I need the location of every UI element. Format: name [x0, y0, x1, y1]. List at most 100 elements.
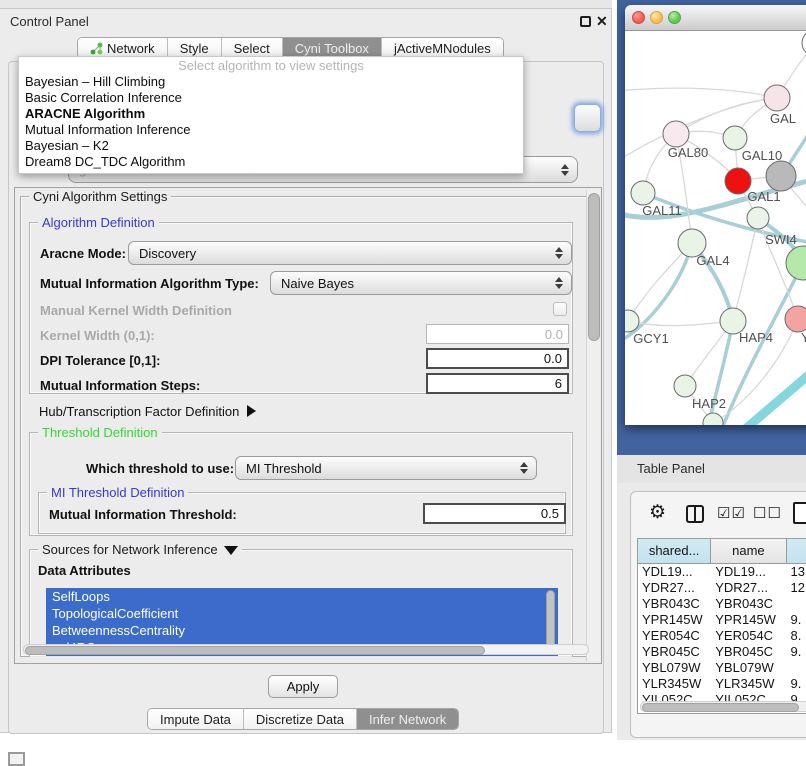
network-edge[interactable]	[628, 243, 692, 321]
algorithm-option[interactable]: ARACNE Algorithm	[19, 106, 523, 122]
table-cell: YPR145W	[638, 612, 711, 628]
hub-expander[interactable]: Hub/Transcription Factor Definition	[39, 404, 256, 419]
manual-kernel-label: Manual Kernel Width Definition	[40, 303, 232, 318]
table-horizontal-scrollbar[interactable]	[640, 701, 806, 712]
column-header[interactable]: A	[787, 539, 806, 563]
focused-combo-fragment[interactable]	[574, 104, 601, 132]
tab-network[interactable]: Network	[78, 38, 168, 58]
network-canvas[interactable]: GALGAL80GAL10GAL1GAL11SWI4GAL4GCY1HAP4YH…	[625, 31, 806, 425]
tab-impute-data[interactable]: Impute Data	[148, 709, 244, 729]
mi-threshold-field[interactable]	[423, 503, 566, 524]
data-attribute-item[interactable]: SelfLoops	[46, 588, 558, 605]
mi-type-value: Naive Bayes	[271, 276, 555, 291]
network-edge[interactable]	[733, 218, 758, 321]
sources-group-title[interactable]: Sources for Network Inference	[38, 542, 242, 557]
tab-cyni-toolbox[interactable]: Cyni Toolbox	[283, 38, 382, 58]
minimize-traffic-light-icon[interactable]	[650, 11, 663, 24]
tab-discretize-data[interactable]: Discretize Data	[244, 709, 357, 729]
close-traffic-light-icon[interactable]	[632, 11, 645, 24]
network-graph: GALGAL80GAL10GAL1GAL11SWI4GAL4GCY1HAP4YH…	[625, 31, 806, 425]
table-cell: 8.	[786, 628, 806, 644]
network-edge[interactable]	[676, 98, 777, 134]
network-node[interactable]	[802, 31, 806, 56]
settings-vertical-scrollbar[interactable]	[586, 190, 600, 661]
table-cell: YER054C	[711, 628, 786, 644]
aracne-mode-combo[interactable]: Discovery	[128, 241, 572, 265]
table-cell: 12	[786, 580, 806, 596]
file-icon[interactable]	[793, 502, 806, 524]
table-row[interactable]: YPR145WYPR145W9.	[638, 612, 806, 628]
which-threshold-combo[interactable]: MI Threshold	[235, 456, 537, 480]
threshold-definition-title: Threshold Definition	[38, 425, 162, 440]
tab-label: Network	[107, 41, 155, 56]
data-attribute-item[interactable]: TopologicalCoefficient	[46, 605, 558, 622]
checked-boxes-icon[interactable]: ☑☑	[717, 504, 746, 522]
control-panel-titlebar: Control Panel ✕	[0, 9, 611, 35]
algorithm-option[interactable]: Bayesian – Hill Climbing	[19, 74, 523, 90]
algorithm-option[interactable]: Dream8 DC_TDC Algorithm	[19, 154, 523, 170]
network-window-titlebar[interactable]	[625, 5, 806, 31]
table-cell: YBR045C	[638, 644, 711, 660]
network-node[interactable]	[766, 161, 796, 191]
zoom-traffic-light-icon[interactable]	[668, 11, 681, 24]
table-row[interactable]: YBL079WYBL079W	[638, 660, 806, 676]
network-edge[interactable]	[625, 88, 777, 98]
mi-type-combo[interactable]: Naive Bayes	[270, 271, 572, 295]
tab-jactivemnodules[interactable]: jActiveMNodules	[382, 38, 503, 58]
network-node[interactable]	[747, 207, 769, 229]
table-row[interactable]: YER054CYER054C8.	[638, 628, 806, 644]
partial-panel-icon[interactable]	[8, 752, 25, 766]
network-view-window[interactable]: GALGAL80GAL10GAL1GAL11SWI4GAL4GCY1HAP4YH…	[625, 5, 806, 425]
network-node[interactable]	[786, 246, 806, 280]
table-row[interactable]: YDL19...YDL19...13	[638, 564, 806, 580]
kernel-width-field[interactable]	[426, 324, 569, 344]
network-node[interactable]	[631, 181, 655, 205]
settings-horizontal-scrollbar[interactable]	[23, 644, 589, 655]
tab-style[interactable]: Style	[168, 38, 222, 58]
scrollbar-thumb[interactable]	[25, 646, 485, 655]
columns-icon[interactable]	[686, 505, 704, 523]
network-node[interactable]	[785, 306, 806, 332]
attributes-scrollbar[interactable]	[546, 590, 555, 652]
unchecked-boxes-icon[interactable]: ☐☐	[753, 504, 782, 522]
algorithm-definition-group: Algorithm Definition Aracne Mode: Discov…	[29, 222, 573, 394]
threshold-definition-group: Threshold Definition Which threshold to …	[29, 432, 573, 536]
which-threshold-value: MI Threshold	[236, 461, 520, 476]
network-edge[interactable]	[743, 361, 806, 425]
manual-kernel-checkbox[interactable]	[553, 302, 567, 316]
scrollbar-thumb[interactable]	[588, 193, 600, 341]
mi-type-label: Mutual Information Algorithm Type:	[40, 276, 259, 291]
tab-select[interactable]: Select	[222, 38, 283, 58]
float-panel-icon[interactable]	[580, 16, 591, 27]
network-node[interactable]	[674, 375, 696, 397]
gear-icon[interactable]: ⚙	[649, 501, 666, 524]
apply-button[interactable]: Apply	[268, 675, 338, 698]
scrollbar-thumb[interactable]	[642, 703, 799, 712]
algorithm-option[interactable]: Bayesian – K2	[19, 138, 523, 154]
network-node[interactable]	[663, 121, 689, 147]
network-node[interactable]	[723, 126, 747, 150]
close-panel-icon[interactable]: ✕	[596, 13, 608, 30]
algorithm-option[interactable]: Basic Correlation Inference	[19, 90, 523, 106]
aracne-mode-value: Discovery	[129, 246, 555, 261]
network-node-label: HAP2	[692, 396, 726, 411]
algorithm-option[interactable]: Mutual Information Inference	[19, 122, 523, 138]
tab-label: Cyni Toolbox	[295, 41, 369, 56]
mi-steps-field[interactable]	[426, 373, 569, 394]
dpi-tolerance-field[interactable]	[426, 348, 569, 369]
network-node[interactable]	[764, 85, 790, 111]
table-cell: YDR27...	[638, 580, 711, 596]
network-node-label: HAP4	[739, 330, 773, 345]
table-row[interactable]: YDR27...YDR27...12	[638, 580, 806, 596]
data-attribute-item[interactable]: BetweennessCentrality	[46, 622, 558, 639]
table-cell: YER054C	[638, 628, 711, 644]
table-row[interactable]: YLR345WYLR345W9.	[638, 676, 806, 692]
column-header[interactable]: shared...	[638, 539, 711, 563]
table-row[interactable]: YBR043CYBR043C	[638, 596, 806, 612]
column-header[interactable]: name	[711, 539, 786, 563]
hub-expander-label: Hub/Transcription Factor Definition	[39, 404, 239, 419]
algorithm-dropdown-popup: Select algorithm to view settings Bayesi…	[18, 56, 524, 174]
tab-infer-network[interactable]: Infer Network	[357, 709, 458, 729]
cyni-settings-group: Cyni Algorithm Settings Algorithm Defini…	[20, 196, 590, 657]
table-row[interactable]: YBR045CYBR045C9.	[638, 644, 806, 660]
